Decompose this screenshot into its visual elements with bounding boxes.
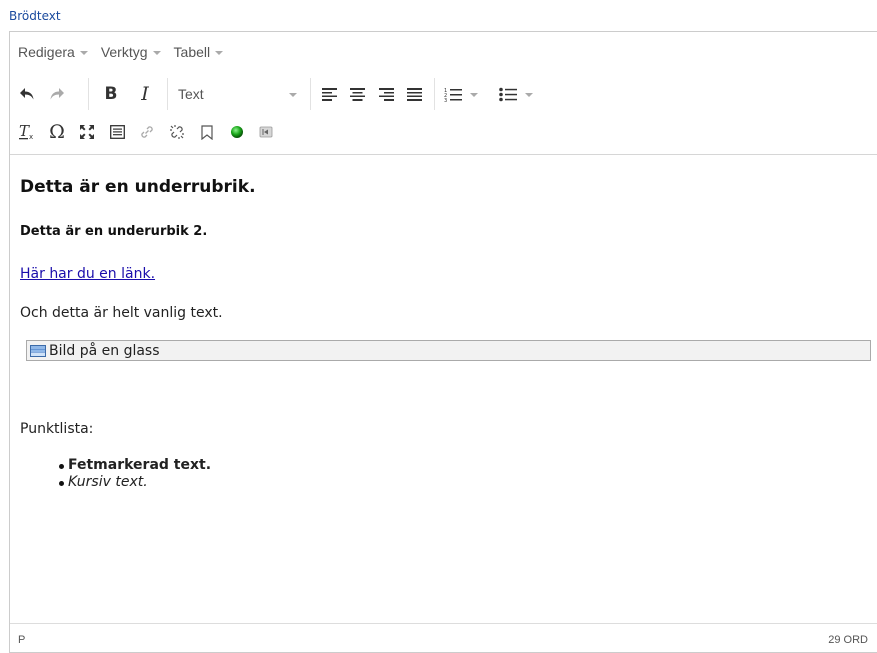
content-link[interactable]: Här har du en länk. — [20, 266, 155, 282]
status-bar: P 29 ORD — [10, 623, 877, 652]
menu-label: Verktyg — [100, 44, 148, 60]
fullscreen-button[interactable] — [74, 114, 100, 150]
bookmark-icon — [201, 124, 213, 140]
image-icon — [109, 125, 125, 139]
format-select[interactable]: Text — [170, 76, 305, 112]
undo-button[interactable] — [14, 76, 40, 112]
bullet-list-button[interactable] — [493, 76, 539, 112]
embed-button[interactable] — [253, 114, 279, 150]
italic-button[interactable]: I — [132, 76, 158, 112]
link-icon — [141, 126, 153, 138]
embed-icon — [259, 126, 273, 138]
chevron-down-icon — [152, 51, 161, 55]
chevron-down-icon — [289, 93, 297, 97]
align-center-button[interactable] — [344, 76, 370, 112]
toolbar-row-1: B I Text 123 — [10, 76, 877, 112]
word-count: 29 ORD — [828, 634, 868, 646]
list-item: Kursiv text. — [20, 474, 211, 491]
undo-icon — [20, 88, 34, 100]
unlink-button[interactable] — [164, 114, 190, 150]
resize-handle[interactable] — [873, 624, 877, 652]
chevron-down-icon — [525, 93, 533, 97]
special-char-button[interactable]: Ω — [44, 114, 70, 150]
fullscreen-icon — [80, 125, 94, 139]
menu-label: Redigera — [18, 44, 75, 60]
toolbar-divider — [310, 78, 311, 110]
menubar: Redigera Verktyg Tabell — [10, 32, 877, 72]
align-justify-button[interactable] — [401, 76, 427, 112]
clear-format-button[interactable]: Tx — [14, 114, 40, 150]
bullet-list: Fetmarkerad text. Kursiv text. — [20, 457, 211, 491]
numbered-list-icon: 123 — [444, 88, 462, 102]
image-alt-text: Bild på en glass — [49, 342, 160, 359]
green-dot-button[interactable] — [224, 114, 250, 150]
bold-icon: B — [104, 84, 118, 104]
menu-label: Tabell — [173, 44, 211, 60]
menu-tabell[interactable]: Tabell — [174, 44, 224, 60]
omega-icon: Ω — [49, 121, 65, 143]
toolbar-divider — [88, 78, 89, 110]
align-left-icon — [321, 87, 337, 101]
redo-button[interactable] — [44, 76, 70, 112]
chevron-down-icon — [79, 51, 88, 55]
insert-link-button[interactable] — [134, 114, 160, 150]
align-left-button[interactable] — [316, 76, 342, 112]
rich-text-editor: Redigera Verktyg Tabell B I Text 1 2 3 T… — [9, 31, 877, 653]
field-label: Brödtext — [9, 9, 61, 23]
bookmark-button[interactable] — [194, 114, 220, 150]
unlink-icon — [170, 125, 184, 139]
element-path[interactable]: P — [18, 634, 25, 646]
green-dot-icon — [231, 126, 243, 138]
bullet-list-icon — [499, 87, 517, 101]
svg-text:x: x — [29, 133, 33, 140]
toolbar-divider — [434, 78, 435, 110]
toolbar-divider — [167, 78, 168, 110]
chevron-down-icon — [215, 51, 224, 55]
redo-icon — [50, 88, 64, 100]
clear-format-icon: Tx — [19, 124, 33, 140]
italic-icon: I — [141, 83, 149, 105]
align-right-icon — [378, 87, 394, 101]
image-icon — [30, 344, 46, 357]
heading-2: Detta är en underrubrik. — [20, 177, 256, 197]
align-right-button[interactable] — [373, 76, 399, 112]
numbered-list-button[interactable]: 123 — [438, 76, 484, 112]
svg-text:3: 3 — [444, 98, 447, 102]
editor-content[interactable]: Detta är en underrubrik. Detta är en und… — [10, 155, 877, 625]
toolbar-row-2: Tx Ω — [10, 114, 877, 150]
menu-verktyg[interactable]: Verktyg — [101, 44, 161, 60]
align-center-icon — [349, 87, 365, 101]
chevron-down-icon — [470, 93, 478, 97]
paragraph: Och detta är helt vanlig text. — [20, 305, 223, 321]
heading-3: Detta är en underurbik 2. — [20, 224, 208, 239]
align-justify-icon — [406, 87, 422, 101]
format-select-value: Text — [178, 86, 204, 102]
bold-button[interactable]: B — [98, 76, 124, 112]
image-placeholder[interactable]: Bild på en glass — [26, 340, 871, 361]
list-item: Fetmarkerad text. — [20, 457, 211, 474]
menu-redigera[interactable]: Redigera — [18, 44, 88, 60]
paragraph: Punktlista: — [20, 421, 94, 437]
insert-image-button[interactable] — [104, 114, 130, 150]
